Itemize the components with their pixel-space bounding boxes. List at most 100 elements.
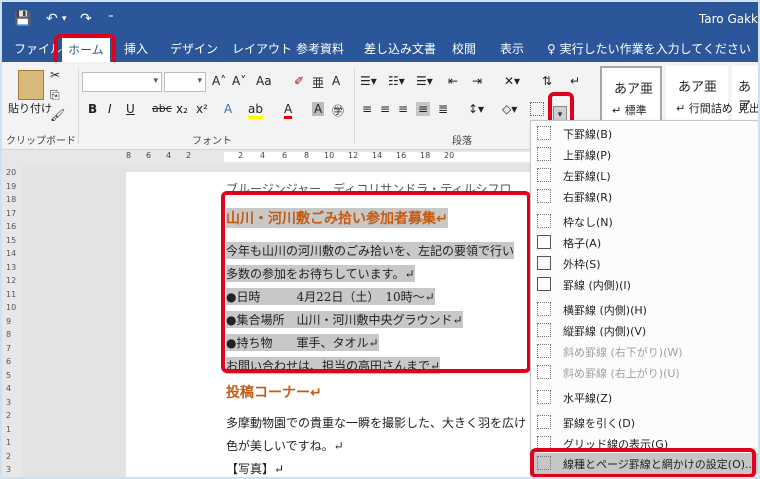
border-menu-item-label: 上罫線(P) — [563, 149, 612, 162]
paste-button[interactable]: 貼り付け — [8, 100, 52, 116]
border-style-icon — [537, 256, 551, 270]
vruler-number: 14 — [6, 249, 17, 258]
style-no-spacing[interactable]: あア亜 ↵ 行間詰め — [666, 66, 733, 122]
customize-quick-access-icon[interactable]: ⁼ — [108, 11, 114, 24]
tab-design[interactable]: デザイン — [170, 36, 218, 62]
style-normal[interactable]: あア亜 ↵ 標準 — [600, 66, 662, 122]
border-menu-item-label: 横罫線 (内側)(H) — [563, 304, 647, 317]
copy-icon[interactable]: ⎘ — [50, 88, 60, 103]
subscript-button[interactable]: x₂ — [176, 102, 188, 116]
tab-references[interactable]: 参考資料 — [296, 36, 344, 62]
change-case-button[interactable]: Aa — [256, 74, 272, 88]
shading-icon[interactable]: ◇▾ — [502, 102, 517, 116]
ruler-number: 10 — [324, 151, 335, 160]
doc-line-10[interactable]: 色が美しいですね。↵ — [226, 437, 344, 454]
vertical-ruler[interactable]: 20 19 18 17 16 15 14 13 12 11 10 9 8 7 6 5 4 3 2 1 1 2 3 — [2, 164, 22, 477]
justify-icon[interactable]: ≡ — [416, 102, 431, 116]
italic-button[interactable]: I — [108, 102, 112, 116]
tab-mailings[interactable]: 差し込み文書 — [364, 36, 436, 62]
save-icon[interactable]: 💾 — [14, 11, 31, 27]
border-menu-item[interactable]: 横罫線 (内側)(H) — [531, 299, 758, 320]
border-menu-item[interactable]: 右罫線(R) — [531, 186, 758, 207]
borders-icon[interactable] — [530, 102, 544, 116]
border-menu-item[interactable]: 上罫線(P) — [531, 144, 758, 165]
asian-layout-icon[interactable]: ✕▾ — [504, 74, 520, 88]
redo-icon[interactable]: ↷ — [80, 11, 92, 27]
border-style-icon — [537, 235, 551, 249]
border-style-icon — [537, 168, 551, 182]
numbering-icon[interactable]: ☷▾ — [388, 74, 405, 88]
align-center-icon[interactable]: ≡ — [380, 102, 390, 116]
grow-font-icon[interactable]: A˄ — [212, 74, 226, 88]
multilevel-list-icon[interactable]: ☰▾ — [416, 74, 433, 88]
underline-button[interactable]: U — [126, 102, 135, 116]
shrink-font-icon[interactable]: A˅ — [232, 74, 246, 88]
font-group-label: フォント — [192, 136, 232, 147]
font-size-combo[interactable]: ▾ — [164, 72, 206, 92]
tab-layout[interactable]: レイアウト — [232, 36, 292, 62]
doc-line-11[interactable]: 【写真】↵ — [226, 460, 284, 477]
superscript-button[interactable]: x² — [196, 102, 208, 116]
border-menu-item[interactable]: 罫線 (内側)(I) — [531, 274, 758, 295]
border-menu-item: 斜め罫線 (右下がり)(W) — [531, 341, 758, 362]
show-marks-icon[interactable]: ↵ — [570, 74, 580, 88]
vruler-number: 18 — [6, 195, 17, 204]
border-menu-item[interactable]: 下罫線(B) — [531, 123, 758, 144]
decrease-indent-icon[interactable]: ⇤ — [448, 74, 458, 88]
ruler-number: 4 — [260, 151, 266, 160]
character-border-icon[interactable]: A — [332, 74, 340, 88]
vruler-number: 19 — [6, 181, 17, 191]
doc-heading-post[interactable]: 投稿コーナー↵ — [226, 382, 322, 402]
vruler-number: 3 — [6, 465, 12, 474]
ruler-number: 2 — [238, 151, 244, 160]
strikethrough-button[interactable]: abc — [152, 102, 172, 115]
font-name-combo[interactable]: ▾ — [82, 72, 162, 92]
border-menu-item-label: 枠なし(N) — [563, 216, 613, 229]
ruler-number: 14 — [372, 151, 383, 160]
clear-format-icon[interactable]: ✐ — [294, 74, 304, 88]
word-window: 💾 ↶ ▾ ↷ ⁼ Taro Gakk ファイル ホーム 挿入 デザイン レイア… — [0, 0, 760, 479]
border-menu-item[interactable]: 外枠(S) — [531, 253, 758, 274]
sort-icon[interactable]: ⇅ — [542, 74, 552, 88]
vruler-number: 11 — [6, 289, 17, 299]
bold-button[interactable]: B — [88, 102, 97, 116]
enclose-character-icon[interactable]: ㊫ — [332, 102, 344, 119]
vruler-number: 8 — [6, 330, 12, 339]
format-painter-icon[interactable]: 🖌 — [50, 108, 65, 122]
align-left-icon[interactable]: ≡ — [362, 102, 372, 116]
cut-icon[interactable]: ✂ — [50, 68, 60, 82]
tab-view[interactable]: 表示 — [500, 36, 524, 62]
vruler-number: 17 — [6, 208, 17, 218]
paste-icon[interactable] — [18, 70, 44, 100]
vruler-number: 4 — [6, 384, 12, 393]
style-heading[interactable]: あア 見出 — [732, 66, 758, 122]
increase-indent-icon[interactable]: ⇥ — [472, 74, 482, 88]
tab-review[interactable]: 校閲 — [452, 36, 476, 62]
border-menu-item[interactable]: 格子(A) — [531, 232, 758, 253]
bullets-icon[interactable]: ☰▾ — [360, 74, 377, 88]
border-style-icon — [537, 277, 551, 291]
line-spacing-icon[interactable]: ↕▾ — [468, 102, 484, 116]
undo-dropdown-icon[interactable]: ▾ — [62, 14, 67, 24]
undo-icon[interactable]: ↶ — [46, 11, 58, 27]
tell-me-search[interactable]: ♀ 実行したい作業を入力してください — [547, 36, 751, 62]
highlight-color-icon[interactable]: ab — [248, 102, 263, 119]
tab-insert[interactable]: 挿入 — [124, 36, 148, 62]
ruler-number: 12 — [348, 151, 359, 160]
border-menu-item[interactable]: 罫線を引く(D) — [531, 412, 758, 433]
font-color-icon[interactable]: A — [284, 102, 293, 119]
text-effects-icon[interactable]: A — [224, 102, 232, 116]
border-menu-item[interactable]: 左罫線(L) — [531, 165, 758, 186]
character-shading-icon[interactable]: A — [312, 102, 325, 116]
distributed-icon[interactable]: ≣ — [438, 102, 448, 116]
user-name[interactable]: Taro Gakk — [699, 12, 758, 26]
border-menu-item[interactable]: 枠なし(N) — [531, 211, 758, 232]
border-menu-item[interactable]: 縦罫線 (内側)(V) — [531, 320, 758, 341]
vruler-number: 2 — [6, 451, 12, 461]
border-style-icon — [537, 189, 551, 203]
doc-line-9[interactable]: 多摩動物園での貴重な一瞬を撮影した、大きく羽を広け — [226, 414, 526, 431]
border-menu-item[interactable]: 水平線(Z) — [531, 387, 758, 408]
phonetic-guide-icon[interactable]: 亜 — [312, 74, 324, 91]
align-right-icon[interactable]: ≡ — [398, 102, 408, 116]
vruler-number: 2 — [6, 411, 12, 420]
